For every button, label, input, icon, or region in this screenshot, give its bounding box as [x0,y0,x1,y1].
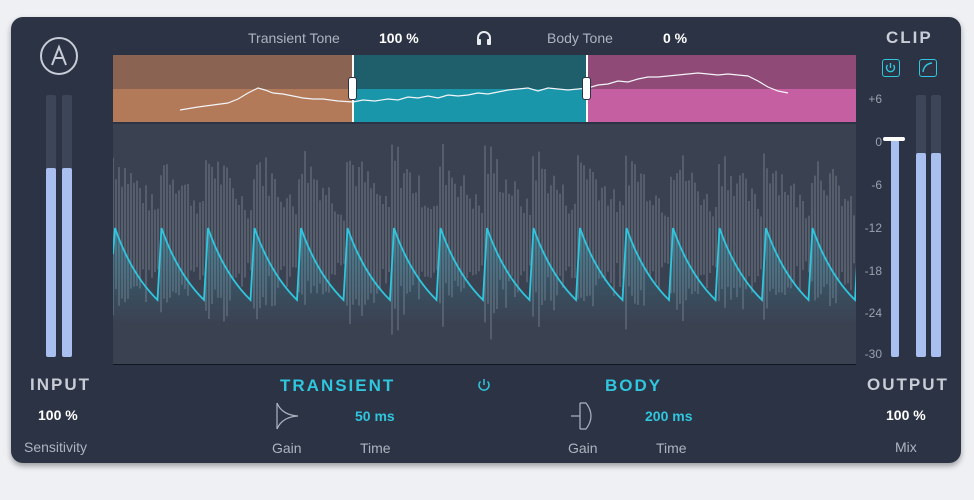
transient-gain-label: Gain [272,440,302,456]
arturia-logo [40,37,78,75]
input-meter-right [62,95,72,357]
mix-label: Mix [895,439,917,455]
output-meter-right-fill [931,152,941,357]
headphones-icon[interactable] [475,29,493,47]
output-meter-a-fill [891,140,899,357]
body-tone-label: Body Tone [547,30,613,46]
waveform-baseline [113,364,856,365]
clip-threshold-slider[interactable] [883,137,905,141]
output-meter-a [891,140,899,357]
waveform-display [113,124,856,364]
body-title: BODY [605,376,663,395]
sensitivity-value[interactable]: 100 % [38,407,78,423]
sensitivity-label: Sensitivity [24,439,88,455]
output-title: OUTPUT [867,375,949,394]
transient-time-value[interactable]: 50 ms [355,408,395,424]
scale-minus12: -12 [864,221,882,235]
output-meter-left-fill [916,152,926,357]
clip-power-toggle[interactable] [882,59,900,77]
body-tone-value[interactable]: 0 % [663,30,687,46]
transient-tone-label: Transient Tone [248,30,340,46]
input-meter-right-fill [62,168,72,357]
transient-divider-handle[interactable] [348,77,357,100]
power-toggle-icon[interactable] [476,377,492,393]
output-meter-left [916,95,926,357]
scale-0: 0 [875,135,882,149]
transient-title: TRANSIENT [280,376,396,395]
body-time-label: Time [656,440,687,456]
scale-minus24: -24 [864,306,882,320]
input-meter-left-fill [46,168,56,357]
scale-plus6: +6 [868,92,882,106]
scale-minus6: -6 [871,178,882,192]
transient-tone-value[interactable]: 100 % [379,30,419,46]
clip-curve-toggle[interactable] [919,59,937,77]
clip-label: CLIP [886,28,933,47]
body-time-value[interactable]: 200 ms [645,408,692,424]
output-meter-right [931,95,941,357]
transient-time-label: Time [360,440,391,456]
scale-minus30: -30 [864,347,882,361]
mix-value[interactable]: 100 % [886,407,926,423]
input-meter-left [46,95,56,357]
tone-bands [113,55,856,122]
scale-minus18: -18 [864,264,882,278]
body-gain-icon[interactable] [568,401,598,431]
body-gain-label: Gain [568,440,598,456]
body-divider-handle[interactable] [582,77,591,100]
input-title: INPUT [30,375,91,394]
transient-gain-icon[interactable] [272,401,302,431]
